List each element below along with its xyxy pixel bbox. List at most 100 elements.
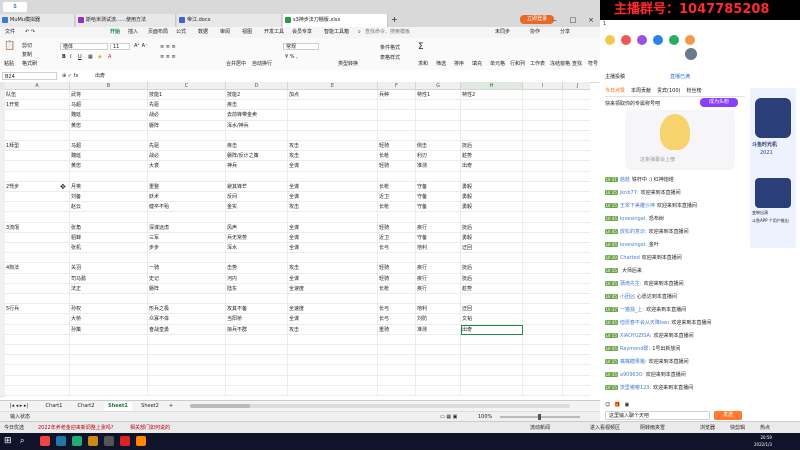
cell[interactable] [226, 130, 288, 141]
cell[interactable] [416, 365, 461, 376]
cell[interactable] [461, 130, 523, 141]
cell[interactable]: 全速度 [288, 304, 378, 315]
cell[interactable]: 轻骑 [378, 263, 416, 274]
cell[interactable] [461, 120, 523, 131]
cell[interactable]: 战必 [148, 110, 226, 121]
cell[interactable]: 利刃 [416, 151, 461, 162]
rows-cols-button[interactable]: 行和列 [510, 60, 525, 67]
cell[interactable] [416, 171, 461, 182]
cell[interactable] [523, 273, 563, 284]
cell[interactable] [226, 294, 288, 305]
wrap-button[interactable]: 自动换行 [252, 60, 272, 67]
cell[interactable]: 司马懿 [70, 273, 148, 284]
cell[interactable]: 技能2 [226, 90, 288, 101]
cell[interactable]: 风声 [226, 222, 288, 233]
cell[interactable] [226, 253, 288, 264]
cell[interactable] [523, 181, 563, 192]
taskbar-hot[interactable]: 热点 [760, 424, 770, 432]
cell[interactable] [5, 283, 70, 294]
cell[interactable] [416, 110, 461, 121]
cell[interactable]: 法正 [70, 283, 148, 294]
cell[interactable]: 全谋 [288, 232, 378, 243]
cell[interactable]: 疾行 [416, 222, 461, 233]
cell[interactable]: 马超 [70, 141, 148, 152]
event-ad[interactable]: 斗鱼时光机 2021 变映出演 斗鱼APP 个用户推出 [750, 88, 796, 248]
cell[interactable] [148, 375, 226, 386]
cell[interactable] [70, 385, 148, 396]
chat-username[interactable]: 嘴嘴糖果猪: [620, 359, 647, 365]
cell[interactable]: 长弓 [378, 314, 416, 325]
cell[interactable] [416, 253, 461, 264]
gift-icon[interactable] [637, 35, 647, 45]
cell[interactable]: 全谋 [288, 273, 378, 284]
paste-icon[interactable]: 📋 [4, 41, 15, 51]
align-icons-2[interactable]: ≡ ≡ ≡ [160, 54, 176, 60]
cell[interactable] [5, 365, 70, 376]
cell[interactable] [563, 314, 590, 325]
cell[interactable] [563, 284, 590, 294]
cell[interactable] [563, 263, 590, 274]
cell[interactable] [226, 334, 288, 345]
cell[interactable] [461, 212, 523, 223]
cell[interactable]: 战必 [148, 151, 226, 162]
cell[interactable] [5, 202, 70, 213]
cell[interactable] [5, 161, 70, 172]
cell[interactable] [416, 345, 461, 356]
cell[interactable] [563, 365, 590, 376]
cell[interactable] [70, 253, 148, 264]
cell[interactable] [378, 385, 416, 396]
menu-home[interactable]: 开始 [110, 27, 120, 38]
cell[interactable] [148, 212, 226, 223]
cell[interactable]: 4狗法 [5, 263, 70, 274]
cell[interactable] [461, 100, 523, 111]
cell[interactable]: 长枪 [378, 202, 416, 213]
cell[interactable]: 队伍 [5, 90, 70, 101]
cell[interactable] [5, 192, 70, 203]
cell[interactable]: 马超 [70, 100, 148, 111]
ticket-icon[interactable]: ▣ [624, 402, 629, 409]
cell[interactable] [523, 253, 563, 264]
windows-start-icon[interactable]: ⊞ [4, 436, 14, 446]
gift-icon[interactable] [669, 35, 679, 45]
cell[interactable]: 一骑 [148, 263, 226, 274]
cell[interactable] [523, 100, 563, 111]
cell[interactable] [461, 171, 523, 182]
cell[interactable]: 步步 [148, 243, 226, 254]
tab-fans[interactable]: 粉丝榜 [686, 86, 701, 96]
cell[interactable]: 攻其不备 [226, 304, 288, 315]
chat-username[interactable]: 但愿春不会从天降ben [620, 320, 669, 326]
cell[interactable] [523, 151, 563, 162]
cell[interactable] [378, 345, 416, 356]
cell[interactable] [378, 100, 416, 111]
cell[interactable]: 出奇 [461, 161, 523, 172]
cell[interactable] [5, 253, 70, 264]
cell[interactable] [563, 253, 590, 264]
cell[interactable] [378, 375, 416, 386]
gift-icon[interactable] [653, 35, 663, 45]
cell[interactable] [5, 151, 70, 162]
menu-review[interactable]: 审阅 [220, 27, 230, 38]
cell[interactable] [563, 90, 590, 101]
cell[interactable]: 奋战皇勇 [148, 324, 226, 335]
cell[interactable] [563, 212, 590, 223]
cell[interactable]: 特性2 [461, 90, 523, 101]
cell[interactable]: 长枪 [378, 181, 416, 192]
chat-username[interactable]: a909630: [620, 372, 644, 378]
cell[interactable] [378, 294, 416, 305]
cell[interactable] [5, 375, 70, 386]
cell[interactable] [378, 120, 416, 131]
cell[interactable] [563, 233, 590, 243]
chat-username[interactable]: 流里嘟嘟123: [620, 385, 651, 391]
cell[interactable]: 先驱 [148, 100, 226, 111]
gift-icon[interactable] [685, 35, 695, 45]
cell[interactable] [226, 375, 288, 386]
cell[interactable]: 磐阵 [148, 120, 226, 131]
cell[interactable]: 勇毅 [461, 181, 523, 192]
app-icon[interactable] [88, 436, 98, 446]
gift-icon[interactable] [605, 35, 615, 45]
cell[interactable] [70, 355, 148, 366]
cell[interactable] [563, 376, 590, 386]
cell[interactable]: 抚后 [461, 263, 523, 274]
cell[interactable]: 魏延 [70, 110, 148, 121]
cell[interactable]: 迂回 [461, 304, 523, 315]
